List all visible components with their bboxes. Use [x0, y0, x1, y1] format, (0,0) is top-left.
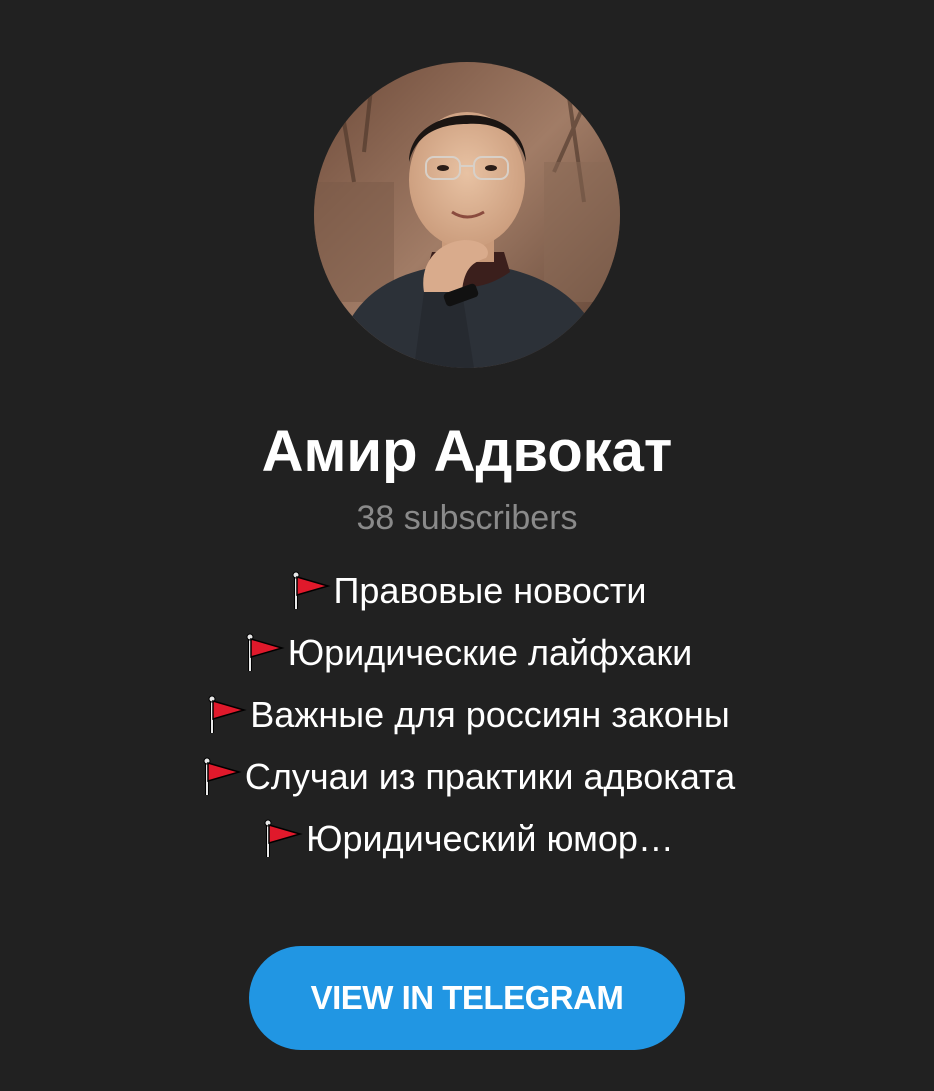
description-line: Юридический юмор…: [260, 808, 674, 870]
description-line: Важные для россиян законы: [204, 684, 730, 746]
channel-title: Амир Адвокат: [261, 419, 673, 484]
description-text: Юридические лайфхаки: [287, 632, 693, 673]
description-text: Юридический юмор…: [306, 818, 674, 859]
red-flag-icon: [246, 633, 285, 671]
description-text: Важные для россиян законы: [250, 694, 730, 735]
description-line: Случаи из практики адвоката: [199, 746, 735, 808]
description-text: Случаи из практики адвоката: [244, 756, 736, 797]
description-text: Правовые новости: [333, 570, 647, 611]
red-flag-icon: [208, 695, 247, 733]
channel-description: Правовые новости Юридические лайфхаки Ва…: [199, 560, 735, 870]
channel-preview: Амир Адвокат 38 subscribers Правовые нов…: [0, 0, 934, 1091]
description-line: Юридические лайфхаки: [242, 622, 693, 684]
description-line: Правовые новости: [288, 560, 647, 622]
red-flag-icon: [264, 819, 303, 857]
avatar-photo: [314, 62, 620, 368]
channel-avatar: [314, 62, 620, 368]
view-in-telegram-button[interactable]: VIEW IN TELEGRAM: [249, 946, 685, 1050]
red-flag-icon: [203, 757, 242, 795]
red-flag-icon: [292, 571, 331, 609]
subscriber-count: 38 subscribers: [356, 499, 578, 537]
